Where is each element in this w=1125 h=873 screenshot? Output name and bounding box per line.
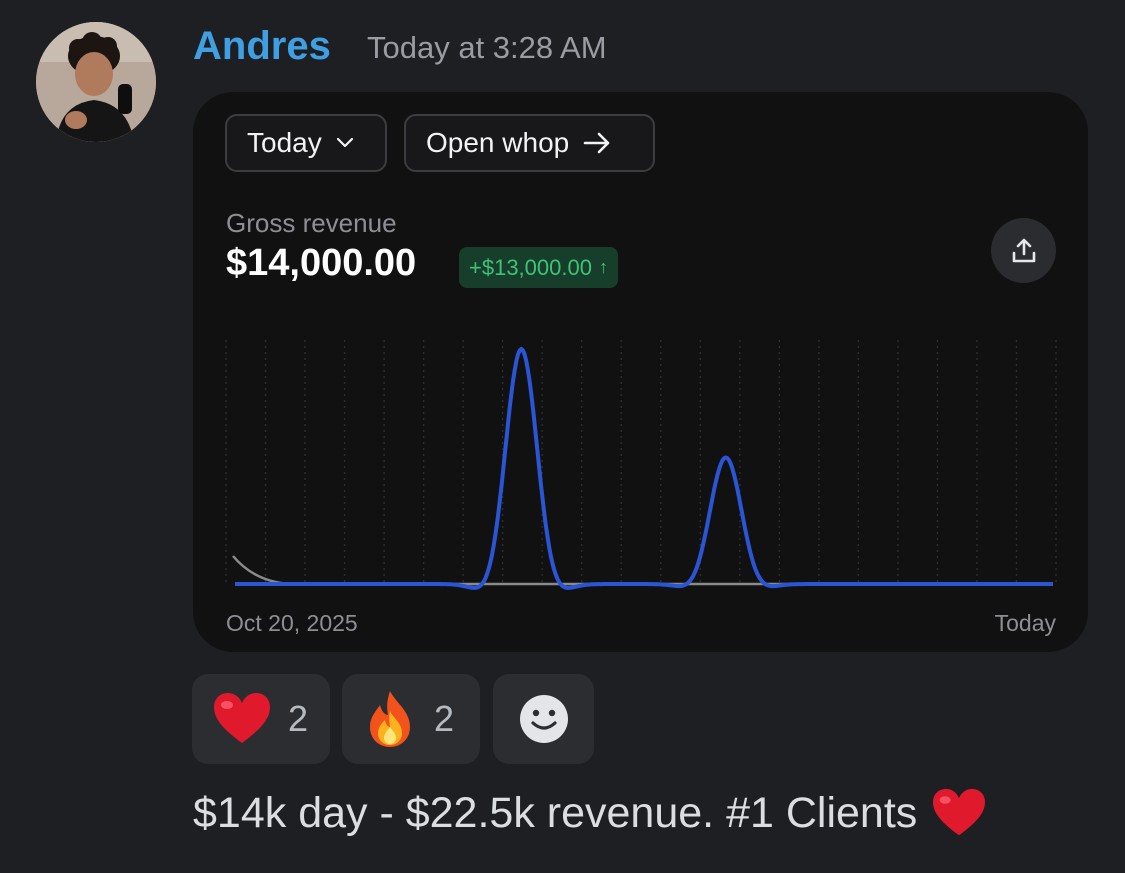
open-whop-label: Open whop — [426, 127, 570, 158]
reaction-count: 2 — [434, 698, 455, 739]
period-label: Today — [247, 127, 322, 158]
reaction-heart[interactable]: 2 — [192, 674, 330, 764]
author-avatar[interactable] — [36, 22, 156, 142]
heart-icon — [214, 693, 270, 743]
heart-icon — [933, 788, 986, 836]
x-axis-start-label: Oct 20, 2025 — [226, 610, 358, 636]
revenue-embed-card: Today Open whop Gross revenue $14,000.00… — [193, 92, 1088, 652]
message-text: $14k day - $22.5k revenue. #1 Clients — [193, 789, 918, 837]
delta-badge: +$13,000.00 ↑ — [459, 247, 618, 288]
message-timestamp: Today at 3:28 AM — [367, 30, 607, 65]
reaction-fire[interactable]: 2 — [342, 674, 480, 764]
metric-label: Gross revenue — [226, 208, 397, 238]
share-button[interactable] — [991, 218, 1056, 283]
x-axis-end-label: Today — [994, 610, 1056, 636]
chart-grid — [225, 340, 1057, 584]
add-reaction-icon — [519, 695, 568, 743]
chart-start-tail — [232, 555, 291, 586]
revenue-series-line — [234, 347, 1054, 590]
delta-value: +$13,000.00 — [469, 254, 592, 280]
author-name[interactable]: Andres — [193, 20, 331, 72]
avatar-image — [36, 22, 156, 142]
open-whop-button[interactable]: Open whop — [404, 114, 655, 172]
metric-value: $14,000.00 — [226, 242, 417, 284]
arrow-right-icon — [583, 132, 610, 154]
message-content: $14k day - $22.5k revenue. #1 Clients — [193, 785, 987, 841]
arrow-up-icon: ↑ — [598, 257, 608, 277]
share-icon — [1012, 238, 1035, 262]
period-dropdown[interactable]: Today — [225, 114, 387, 172]
chevron-down-icon — [336, 137, 353, 148]
revenue-line-chart — [225, 340, 1057, 590]
add-reaction-button[interactable] — [493, 674, 594, 764]
fire-icon — [370, 691, 410, 747]
reaction-count: 2 — [288, 698, 309, 739]
